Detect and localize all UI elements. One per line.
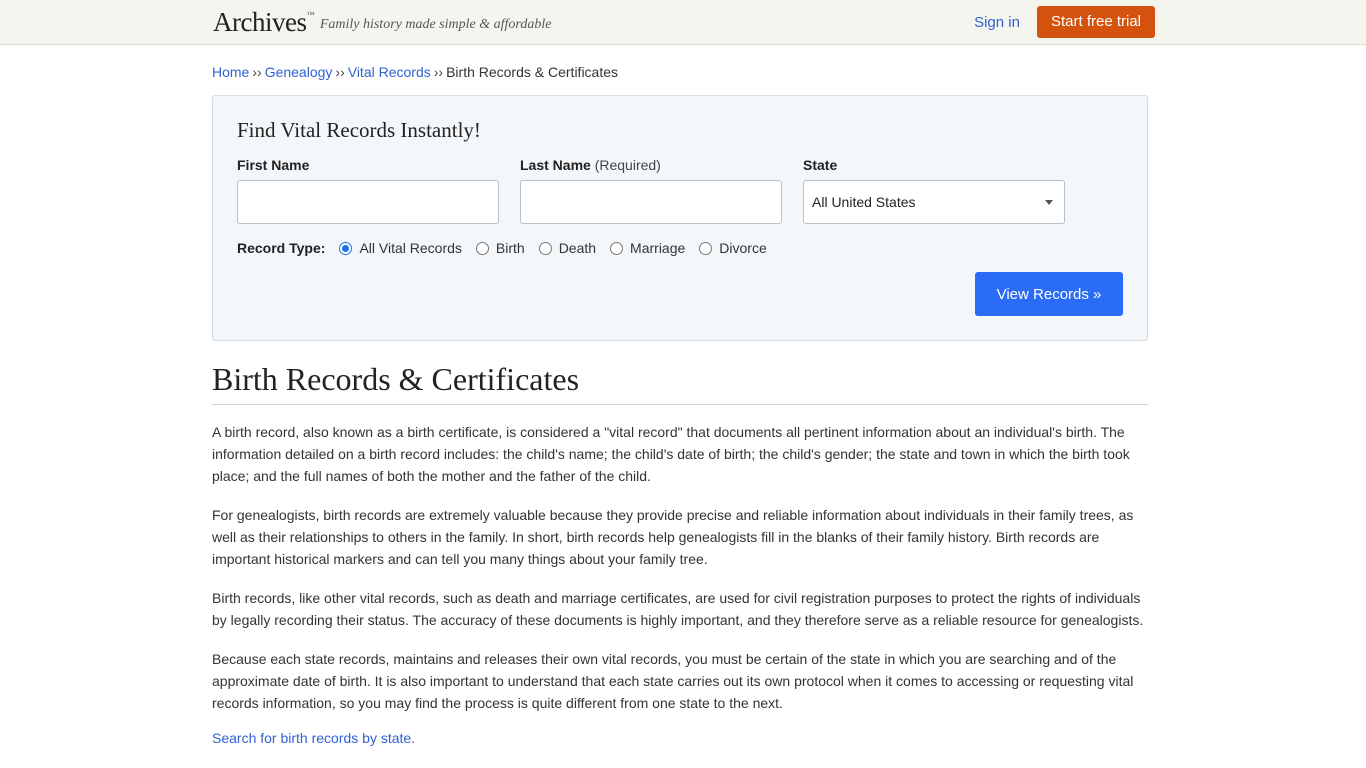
breadcrumb-separator: ››	[433, 64, 444, 80]
radio-divorce[interactable]: Divorce	[699, 240, 767, 256]
breadcrumb-current: Birth Records & Certificates	[446, 64, 619, 80]
first-name-input[interactable]	[237, 180, 499, 224]
radio-birth[interactable]: Birth	[475, 240, 525, 256]
radio-label: Death	[558, 240, 597, 256]
record-type-label: Record Type:	[237, 240, 326, 256]
radio-all-vital-records[interactable]: All Vital Records	[339, 240, 462, 256]
radio-label: Marriage	[630, 240, 686, 256]
radio-unchecked-icon[interactable]	[610, 241, 624, 255]
state-label: State	[803, 157, 838, 173]
radio-marriage[interactable]: Marriage	[610, 240, 685, 256]
article-paragraph: Birth records, like other vital records,…	[212, 590, 1144, 628]
breadcrumb-home[interactable]: Home	[212, 64, 249, 80]
site-logo[interactable]: Archives™	[213, 6, 314, 37]
main-container: Home ›› Genealogy ›› Vital Records ›› Birth Re…	[211, 64, 1155, 746]
first-name-field-group: First Name	[237, 157, 499, 224]
last-name-field-group: Last Name (Required)	[520, 157, 782, 224]
page-title: Birth Records & Certificates	[212, 361, 1148, 405]
article-paragraph: A birth record, also known as a birth ce…	[212, 424, 1130, 484]
view-records-button[interactable]: View Records »	[975, 272, 1123, 316]
brand[interactable]: Archives™ Family history made simple & a…	[213, 6, 552, 37]
state-field-group: State All United States	[803, 157, 1065, 224]
last-name-label: Last Name	[520, 157, 591, 173]
breadcrumb-separator: ››	[335, 64, 345, 80]
radio-death[interactable]: Death	[538, 240, 597, 256]
logo-trademark: ™	[306, 9, 314, 19]
search-fields: First Name Last Name (Required) State Al…	[237, 157, 1123, 224]
radio-label: Birth	[495, 240, 525, 256]
article-content: A birth record, also known as a birth ce…	[212, 421, 1155, 746]
last-name-label-group: Last Name (Required)	[520, 157, 782, 173]
search-form-title: Find Vital Records Instantly!	[237, 118, 481, 142]
breadcrumb: Home ›› Genealogy ›› Vital Records ›› Birth Re…	[212, 64, 1155, 84]
state-select-value: All United States	[812, 194, 916, 210]
dropdown-caret-icon	[1045, 200, 1053, 205]
record-type-group: Record Type: All Vital Records Birth Dea…	[237, 240, 1123, 256]
site-tagline: Family history made simple & affordable	[319, 17, 552, 32]
radio-unchecked-icon[interactable]	[699, 241, 713, 255]
radio-checked-icon[interactable]	[339, 241, 353, 255]
top-actions: Sign in Start free trial	[974, 6, 1155, 38]
logo-text: Archives	[213, 6, 307, 37]
radio-label: Divorce	[719, 240, 767, 256]
radio-unchecked-icon[interactable]	[538, 241, 552, 255]
top-bar: Archives™ Family history made simple & a…	[0, 0, 1366, 45]
last-name-input[interactable]	[520, 180, 782, 224]
search-by-state-link[interactable]: Search for birth records by state.	[212, 730, 1155, 746]
top-bar-inner: Archives™ Family history made simple & a…	[211, 0, 1155, 44]
breadcrumb-separator: ››	[252, 64, 262, 80]
article-paragraph: For genealogists, birth records are extr…	[212, 507, 1134, 567]
article-paragraph: Because each state records, maintains an…	[212, 651, 1134, 711]
start-free-trial-button[interactable]: Start free trial	[1036, 6, 1155, 38]
state-select[interactable]: All United States	[803, 180, 1065, 224]
vital-records-search-form: Find Vital Records Instantly! First Name…	[212, 95, 1148, 341]
required-note: (Required)	[594, 157, 661, 173]
sign-in-link[interactable]: Sign in	[974, 14, 1020, 31]
radio-unchecked-icon[interactable]	[475, 241, 489, 255]
first-name-label: First Name	[237, 157, 310, 173]
breadcrumb-genealogy[interactable]: Genealogy	[265, 64, 333, 80]
breadcrumb-vital-records[interactable]: Vital Records	[348, 64, 431, 80]
radio-label: All Vital Records	[359, 240, 462, 256]
